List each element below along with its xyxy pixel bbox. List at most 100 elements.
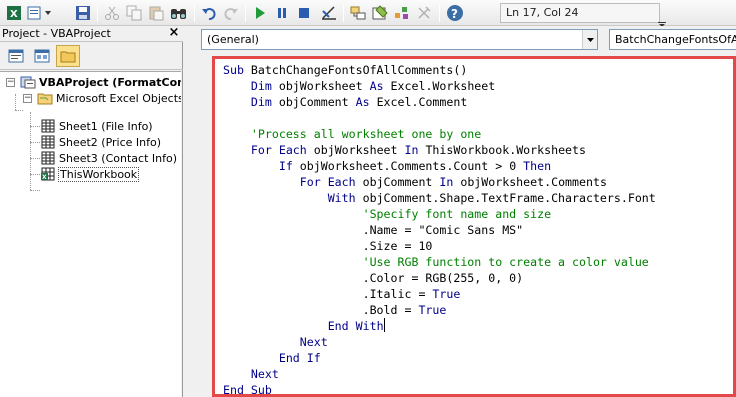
procedure-dropdown-value: BatchChangeFontsOfAllComments [615,33,736,46]
tree-node-label: ThisWorkbook [57,166,140,182]
toolbar-overflow-icon[interactable] [658,18,666,27]
tree-node-label: Sheet2 (Price Info) [59,135,162,149]
worksheet-icon [40,119,56,133]
paste-icon[interactable] [146,3,166,23]
code-line[interactable]: Next [223,334,328,350]
code-keyword: Dim [250,95,279,109]
undo-icon[interactable] [199,3,219,23]
code-text: ThisWorkbook.Worksheets [425,143,586,157]
code-line[interactable]: Dim objComment As Excel.Comment [223,94,467,110]
tree-node-vbaproject[interactable]: VBAProject (FormatComments.xlsm) [20,74,181,90]
redo-icon[interactable] [221,3,241,23]
code-keyword: For Each [250,143,314,157]
code-keyword: End Sub [223,383,272,397]
code-text: .Italic = [223,287,433,301]
code-line[interactable]: 'Process all worksheet one by one [223,126,481,142]
standard-toolbar: X ? Ln 17, Col 24 [0,0,736,27]
toggle-folders-icon[interactable] [56,45,80,67]
tree-node-sheet2[interactable]: Sheet2 (Price Info) [40,134,161,150]
code-line[interactable]: 'Use RGB function to create a color valu… [223,254,649,270]
code-editor[interactable]: Sub BatchChangeFontsOfAllComments() Dim … [212,56,736,397]
tree-node-label: Microsoft Excel Objects [56,91,181,105]
reset-icon[interactable] [294,3,314,23]
code-line[interactable]: For Each objComment In objWorksheet.Comm… [223,174,607,190]
excel-icon[interactable]: X [4,3,24,23]
code-text: Excel.Worksheet [390,79,496,93]
cut-icon[interactable] [102,3,122,23]
code-line[interactable]: For Each objWorksheet In ThisWorkbook.Wo… [223,142,586,158]
tree-node-label: Sheet1 (File Info) [59,119,153,133]
code-keyword: As [369,79,391,93]
code-keyword: For Each [299,175,363,189]
code-keyword: If [278,159,300,173]
object-browser-icon[interactable] [392,3,412,23]
code-line[interactable]: Dim objWorksheet As Excel.Worksheet [223,78,495,94]
project-explorer-title: Project - VBAProject × [0,26,183,42]
run-icon[interactable] [250,3,270,23]
code-line[interactable]: .Color = RGB(255, 0, 0) [223,270,524,286]
code-keyword: In [404,143,426,157]
tree-expander-project[interactable]: − [6,78,15,87]
code-text: .Size = 10 [223,239,433,253]
code-keyword: With [327,191,363,205]
code-comment: 'Specify font name and size [223,207,552,221]
close-icon[interactable]: × [168,26,180,40]
worksheet-icon [40,135,56,149]
code-line[interactable]: With objComment.Shape.TextFrame.Characte… [223,190,656,206]
chevron-down-icon[interactable] [582,30,597,49]
procedure-dropdown[interactable]: BatchChangeFontsOfAllComments [609,29,736,50]
properties-icon[interactable] [370,3,390,23]
code-text: objComment [278,95,356,109]
save-icon[interactable] [73,3,93,23]
find-icon[interactable] [168,3,190,23]
code-keyword: Next [250,367,279,381]
break-icon[interactable] [272,3,292,23]
code-line[interactable]: End Sub [223,382,272,397]
code-line[interactable]: .Name = "Comic Sans MS" [223,222,524,238]
view-object-icon[interactable] [30,45,54,67]
code-text: objWorksheet.Comments.Count > 0 [299,159,524,173]
code-text: objWorksheet [313,143,405,157]
tree-node-sheet3[interactable]: Sheet3 (Contact Info) [40,150,177,166]
code-keyword: As [355,95,377,109]
text-cursor [383,318,385,332]
project-explorer-icon[interactable] [348,3,368,23]
code-line[interactable]: End With [223,318,385,334]
project-tree: − VBAProject (FormatComments.xlsm) − Mic… [0,71,181,397]
code-keyword: Dim [250,79,279,93]
insert-module-icon[interactable] [25,3,55,23]
help-icon[interactable]: ? [444,3,466,23]
toolbox-icon[interactable] [414,3,434,23]
code-text: objComment [362,175,440,189]
code-line[interactable]: .Size = 10 [223,238,433,254]
project-explorer-toolbar [0,42,183,70]
design-mode-icon[interactable] [318,3,340,23]
code-line[interactable]: If objWorksheet.Comments.Count > 0 Then [223,158,551,174]
tree-node-sheet1[interactable]: Sheet1 (File Info) [40,118,153,134]
object-dropdown[interactable]: (General) [201,29,598,50]
tree-node-label: Sheet3 (Contact Info) [59,151,177,165]
tree-expander-excel-objects[interactable]: − [23,94,32,103]
code-keyword: True [418,303,447,317]
code-line[interactable]: Sub BatchChangeFontsOfAllComments() [223,62,467,78]
code-line[interactable]: .Bold = True [223,302,447,318]
code-line[interactable]: Next [223,366,279,382]
code-line[interactable]: 'Specify font name and size [223,206,551,222]
tree-node-thisworkbook[interactable]: X ThisWorkbook [40,166,140,182]
code-line[interactable]: .Italic = True [223,286,461,302]
code-window: (General) BatchChangeFontsOfAllComments … [193,26,736,397]
copy-icon[interactable] [124,3,144,23]
object-dropdown-value: (General) [207,33,259,46]
code-line[interactable]: End If [223,350,321,366]
worksheet-icon [40,151,56,165]
code-text: Excel.Comment [376,95,468,109]
view-code-icon[interactable] [4,45,28,67]
tree-node-excel-objects[interactable]: Microsoft Excel Objects [37,90,181,106]
code-keyword: Sub [223,63,251,77]
project-explorer: Project - VBAProject × − VBAProject (For… [0,26,183,397]
